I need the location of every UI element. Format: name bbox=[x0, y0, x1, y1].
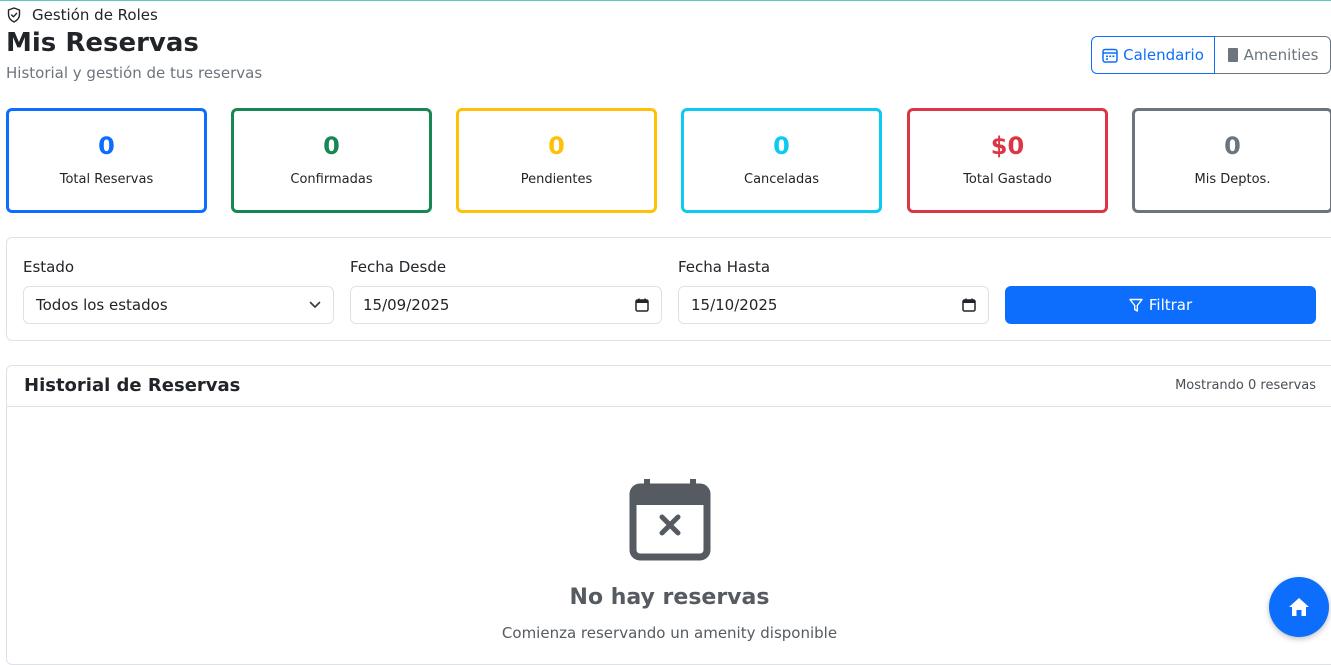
stat-card-pendientes: 0 Pendientes bbox=[456, 108, 657, 213]
calendar-icon[interactable] bbox=[635, 298, 649, 312]
page-title: Mis Reservas bbox=[6, 28, 199, 58]
stat-label: Canceladas bbox=[744, 172, 819, 187]
stat-label: Total Reservas bbox=[59, 172, 154, 187]
stat-card-canceladas: 0 Canceladas bbox=[681, 108, 882, 213]
breadcrumb-label[interactable]: Gestión de Roles bbox=[32, 6, 158, 24]
empty-state-title: No hay reservas bbox=[569, 585, 770, 610]
stat-value: 0 bbox=[323, 132, 340, 160]
estado-select[interactable]: Todos los estados bbox=[23, 286, 334, 324]
stat-card-confirmadas: 0 Confirmadas bbox=[231, 108, 432, 213]
stat-label: Pendientes bbox=[520, 172, 593, 187]
stat-value: 0 bbox=[1224, 132, 1241, 160]
shield-check-icon bbox=[7, 7, 21, 23]
fecha-desde-label: Fecha Desde bbox=[350, 258, 447, 276]
calendar-icon[interactable] bbox=[962, 298, 976, 312]
breadcrumb: Gestión de Roles bbox=[7, 5, 158, 25]
stat-card-total-reservas: 0 Total Reservas bbox=[6, 108, 207, 213]
stat-card-total-gastado: $0 Total Gastado bbox=[907, 108, 1108, 213]
stat-label: Total Gastado bbox=[963, 172, 1052, 187]
estado-label: Estado bbox=[23, 258, 75, 276]
view-toggle: Calendario Amenities bbox=[1091, 36, 1331, 74]
estado-select-value: Todos los estados bbox=[36, 296, 168, 314]
calendar-view-label: Calendario bbox=[1123, 46, 1204, 64]
history-header: Historial de Reservas Mostrando 0 reserv… bbox=[7, 366, 1331, 407]
calendar-week-icon bbox=[1102, 48, 1118, 63]
page-subtitle: Historial y gestión de tus reservas bbox=[6, 64, 263, 82]
home-fab-button[interactable] bbox=[1269, 577, 1329, 637]
stat-value: 0 bbox=[98, 132, 115, 160]
amenities-view-label: Amenities bbox=[1243, 46, 1319, 64]
stat-value: 0 bbox=[773, 132, 790, 160]
house-icon bbox=[1289, 598, 1309, 616]
chevron-down-icon bbox=[309, 301, 321, 308]
amenities-view-button[interactable]: Amenities bbox=[1215, 36, 1331, 74]
stat-label: Confirmadas bbox=[290, 172, 373, 187]
stat-value: $0 bbox=[990, 132, 1025, 160]
stat-label: Mis Deptos. bbox=[1194, 172, 1271, 187]
calendar-view-button[interactable]: Calendario bbox=[1091, 36, 1215, 74]
history-title: Historial de Reservas bbox=[24, 375, 241, 396]
fecha-desde-value: 15/09/2025 bbox=[363, 296, 450, 314]
funnel-icon bbox=[1129, 298, 1143, 312]
building-icon bbox=[1227, 48, 1238, 62]
empty-state-subtitle: Comienza reservando un amenity disponibl… bbox=[501, 624, 838, 642]
filter-button-label: Filtrar bbox=[1148, 296, 1193, 314]
fecha-hasta-value: 15/10/2025 bbox=[691, 296, 778, 314]
calendar-x-icon bbox=[629, 479, 711, 561]
stat-card-mis-deptos: 0 Mis Deptos. bbox=[1132, 108, 1331, 213]
history-count: Mostrando 0 reservas bbox=[1175, 378, 1316, 393]
history-card: Historial de Reservas Mostrando 0 reserv… bbox=[6, 365, 1331, 665]
fecha-hasta-label: Fecha Hasta bbox=[678, 258, 771, 276]
stat-value: 0 bbox=[548, 132, 565, 160]
filter-button[interactable]: Filtrar bbox=[1005, 286, 1316, 324]
fecha-desde-input[interactable]: 15/09/2025 bbox=[350, 286, 662, 324]
top-border bbox=[0, 0, 1331, 1]
fecha-hasta-input[interactable]: 15/10/2025 bbox=[678, 286, 989, 324]
